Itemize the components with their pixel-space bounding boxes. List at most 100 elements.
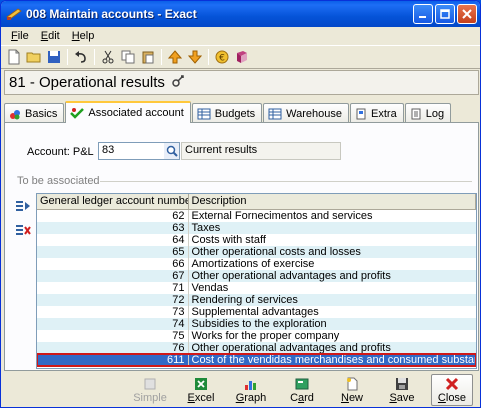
table-row[interactable]: 66 Amortizations of exercise xyxy=(37,257,476,270)
description-cell: Rendering of services xyxy=(188,293,476,306)
extra-icon xyxy=(355,108,367,120)
save-button[interactable]: Save xyxy=(381,374,423,406)
tab-warehouse[interactable]: Warehouse xyxy=(263,103,350,123)
column-header-description[interactable]: Description xyxy=(188,194,476,210)
description-cell: Subsidies to the exploration xyxy=(188,317,476,330)
warehouse-icon xyxy=(268,108,282,120)
undo-icon[interactable] xyxy=(71,47,91,67)
new-document-icon xyxy=(345,376,359,392)
account-number-cell: 76 xyxy=(37,341,189,354)
close-icon xyxy=(445,376,459,392)
table-row[interactable]: 73 Supplemental advantages xyxy=(37,305,476,318)
account-number-cell: 66 xyxy=(37,257,189,270)
tab-budgets[interactable]: Budgets xyxy=(191,103,263,123)
title-bar[interactable]: 008 Maintain accounts - Exact xyxy=(1,1,480,27)
paste-icon[interactable] xyxy=(138,47,158,67)
description-cell: Supplemental advantages xyxy=(191,305,319,318)
tab-extra[interactable]: Extra xyxy=(350,103,404,123)
tab-associated-account[interactable]: Associated account xyxy=(65,101,191,123)
book-icon[interactable] xyxy=(232,47,252,67)
open-folder-icon[interactable] xyxy=(24,47,44,67)
toolbar: € xyxy=(1,45,480,69)
window-title: 008 Maintain accounts - Exact xyxy=(26,7,197,21)
associated-account-icon xyxy=(70,107,85,119)
description-cell: Vendas xyxy=(191,281,229,294)
menu-edit[interactable]: Edit xyxy=(35,30,66,42)
table-row[interactable]: 71 Vendas xyxy=(37,281,476,294)
excel-button[interactable]: Excel xyxy=(180,374,222,406)
table-row[interactable]: 62 External Fornecimentos and services xyxy=(37,209,476,222)
lookup-icon[interactable] xyxy=(164,143,179,159)
remove-association-icon[interactable] xyxy=(14,221,32,239)
description-cell: Other operational costs and losses xyxy=(188,245,476,258)
account-link-icon[interactable] xyxy=(171,74,185,91)
account-label: Account: P&L xyxy=(27,146,94,158)
associate-icon[interactable] xyxy=(14,197,32,215)
table-row[interactable]: 63 Taxes xyxy=(37,221,476,234)
group-divider xyxy=(100,181,472,182)
table-row[interactable]: 75 Works for the proper company xyxy=(37,329,476,342)
menu-file[interactable]: File xyxy=(5,30,35,42)
description-cell: Taxes xyxy=(188,221,476,234)
excel-icon xyxy=(194,376,208,392)
card-icon xyxy=(295,376,309,392)
tab-log[interactable]: Log xyxy=(404,103,452,123)
description-cell: Other operational advantages and profits xyxy=(188,341,476,354)
svg-text:€: € xyxy=(219,54,225,64)
budgets-icon xyxy=(197,108,211,120)
graph-button[interactable]: Graph xyxy=(230,374,272,406)
description-cell: Other operational advantages and profits xyxy=(188,269,476,282)
group-label: To be associated xyxy=(17,175,100,187)
table-row[interactable]: 611 Cost of the vendidas merchandises and… xyxy=(37,352,476,367)
arrow-down-icon[interactable] xyxy=(185,47,205,67)
log-icon xyxy=(410,108,422,120)
copy-icon[interactable] xyxy=(118,47,138,67)
new-button[interactable]: New xyxy=(331,374,373,406)
card-button[interactable]: Card xyxy=(281,374,323,406)
account-number-cell: 65 xyxy=(37,245,189,258)
table-row[interactable]: 72 Rendering of services xyxy=(37,293,476,306)
table-row[interactable]: 64 Costs with staff xyxy=(37,233,476,246)
account-number-cell: 63 xyxy=(37,221,189,234)
accounts-grid[interactable]: General ledger account number Descriptio… xyxy=(36,193,477,369)
new-document-icon[interactable] xyxy=(4,47,24,67)
basics-icon xyxy=(9,108,21,120)
account-description: Current results xyxy=(181,142,341,160)
arrow-up-icon[interactable] xyxy=(165,47,185,67)
account-number-cell: 71 xyxy=(37,281,189,294)
description-cell: Cost of the vendidas merchandises and co… xyxy=(188,353,476,366)
minimize-button[interactable] xyxy=(413,4,433,24)
column-header-number[interactable]: General ledger account number xyxy=(37,194,189,210)
account-number-cell: 62 xyxy=(37,209,189,222)
account-number-cell: 611 xyxy=(37,353,189,366)
table-row[interactable]: 74 Subsidies to the exploration xyxy=(37,317,476,330)
maximize-button[interactable] xyxy=(435,4,455,24)
save-disk-icon[interactable] xyxy=(44,47,64,67)
cut-icon[interactable] xyxy=(98,47,118,67)
description-cell: Amortizations of exercise xyxy=(191,257,315,270)
table-row[interactable]: 67 Other operational advantages and profi… xyxy=(37,269,476,282)
menu-help[interactable]: Help xyxy=(66,30,101,42)
save-disk-icon xyxy=(395,376,409,392)
table-row[interactable]: 76 Other operational advantages and profi… xyxy=(37,341,476,354)
simple-icon xyxy=(143,376,157,392)
page-heading: 81 - Operational results xyxy=(4,70,479,95)
app-icon xyxy=(6,6,22,22)
close-window-button[interactable] xyxy=(457,4,477,24)
simple-button[interactable]: Simple xyxy=(129,374,171,406)
description-cell: External Fornecimentos and services xyxy=(191,209,373,222)
button-bar: Simple Excel Graph Card New Save Close xyxy=(1,373,480,407)
account-number-cell: 74 xyxy=(37,317,189,330)
euro-icon[interactable]: € xyxy=(212,47,232,67)
menu-bar: File Edit Help xyxy=(1,27,480,45)
tab-strip: Basics Associated account Budgets Wareho… xyxy=(4,101,452,123)
page-title: 81 - Operational results xyxy=(9,74,165,91)
table-row[interactable]: 65 Other operational costs and losses xyxy=(37,245,476,258)
close-button[interactable]: Close xyxy=(431,374,473,406)
graph-icon xyxy=(244,376,258,392)
account-number-cell: 73 xyxy=(37,305,189,318)
description-cell: Works for the proper company xyxy=(191,329,340,342)
main-window: 008 Maintain accounts - Exact File Edit … xyxy=(0,0,481,408)
tab-basics[interactable]: Basics xyxy=(4,103,65,123)
account-number-cell: 67 xyxy=(37,269,189,282)
